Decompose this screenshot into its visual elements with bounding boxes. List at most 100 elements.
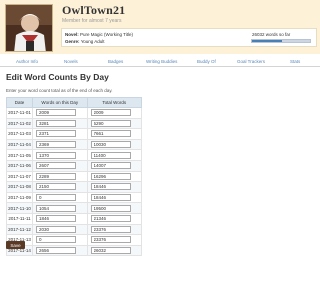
total-words-cell [86,138,142,151]
table-row: 2017-11-02 [6,117,142,130]
words-on-day-input[interactable] [36,194,76,202]
words-on-day-cell [32,234,88,246]
instructions-text: Enter your word count total as of the en… [6,88,113,93]
total-words-cell [86,191,142,204]
avatar [5,4,53,52]
profile-nav: Author Info Novels Badges Writing Buddie… [0,57,320,67]
words-on-day-cell [32,202,88,214]
word-counts-table: Date Words on this Day Total Words 2017-… [6,97,142,257]
header-words-on-day: Words on this Day [32,97,88,108]
words-on-day-input[interactable] [36,247,76,255]
table-header-row: Date Words on this Day Total Words [6,97,142,108]
words-on-day-cell [32,149,88,161]
total-words-cell [86,223,142,236]
progress-fill [252,40,283,42]
total-words-input[interactable] [90,141,131,149]
table-row: 2017-11-06 [6,159,142,172]
total-words-input[interactable] [90,151,131,159]
total-words-input[interactable] [90,215,131,223]
tab-author-info[interactable]: Author Info [16,59,38,64]
total-words-cell [86,244,142,257]
words-on-day-cell [32,159,88,172]
words-on-day-input[interactable] [36,183,76,191]
username: OwlTown21 [62,3,126,17]
row-date: 2017-11-01 [6,107,33,119]
words-on-day-cell [32,223,88,236]
total-words-cell [86,181,142,193]
total-words-input[interactable] [90,247,131,255]
total-words-cell [86,234,142,246]
words-on-day-input[interactable] [36,225,76,233]
words-on-day-input[interactable] [36,130,76,138]
words-on-day-input[interactable] [36,236,76,244]
words-on-day-cell [32,170,88,183]
row-date: 2017-11-05 [6,149,33,161]
words-on-day-input[interactable] [36,215,76,223]
words-on-day-input[interactable] [36,204,76,212]
row-date: 2017-11-03 [6,128,33,140]
tab-goal-trackers[interactable]: Goal Trackers [237,59,265,64]
table-row: 2017-11-13 [6,234,142,246]
novel-title[interactable]: Pure Magic (Working Title) [80,32,133,37]
total-words-input[interactable] [90,172,131,180]
table-row: 2017-11-14 [6,244,142,257]
total-words-cell [86,159,142,172]
words-on-day-cell [32,128,88,140]
tab-writing-buddies[interactable]: Writing Buddies [146,59,177,64]
genre-line: Genre: Young Adult [65,39,105,44]
current-novel-box: Novel: Pure Magic (Working Title) Genre:… [61,28,317,47]
words-on-day-input[interactable] [36,141,76,149]
table-row: 2017-11-05 [6,149,142,161]
total-words-input[interactable] [90,162,131,170]
profile-header: OwlTown21 Member for almost 7 years Nove… [0,0,320,54]
row-date: 2017-11-12 [6,223,33,236]
total-words-input[interactable] [90,236,131,244]
total-words-input[interactable] [90,194,131,202]
row-date: 2017-11-02 [6,117,33,130]
table-row: 2017-11-07 [6,170,142,183]
page-title: Edit Word Counts By Day [6,72,109,82]
row-date: 2017-11-08 [6,181,33,193]
total-words-input[interactable] [90,119,131,127]
total-words-input[interactable] [90,109,131,117]
words-on-day-cell [32,117,88,130]
save-button[interactable]: Save [6,241,25,249]
total-words-input[interactable] [90,130,131,138]
tab-buddy-of[interactable]: Buddy Of [197,59,216,64]
novel-label: Novel: [65,32,79,37]
tab-stats[interactable]: Stats [290,59,300,64]
word-count-text: 26032 words so far [252,32,291,37]
row-date: 2017-11-11 [6,212,33,225]
table-row: 2017-11-12 [6,223,142,236]
total-words-cell [86,107,142,119]
total-words-input[interactable] [90,183,131,191]
table-row: 2017-11-04 [6,138,142,151]
words-on-day-input[interactable] [36,172,76,180]
total-words-input[interactable] [90,225,131,233]
tab-novels[interactable]: Novels [64,59,78,64]
row-date: 2017-11-10 [6,202,33,214]
total-words-cell [86,149,142,161]
words-on-day-cell [32,107,88,119]
words-on-day-input[interactable] [36,151,76,159]
words-on-day-input[interactable] [36,109,76,117]
total-words-cell [86,202,142,214]
tab-badges[interactable]: Badges [108,59,123,64]
header-date: Date [6,97,33,108]
table-row: 2017-11-08 [6,181,142,193]
member-since: Member for almost 7 years [62,18,122,24]
words-on-day-cell [32,191,88,204]
table-row: 2017-11-09 [6,191,142,204]
total-words-input[interactable] [90,204,131,212]
words-on-day-cell [32,244,88,257]
total-words-cell [86,212,142,225]
avatar-image [6,5,52,51]
genre-label: Genre: [65,39,80,44]
row-date: 2017-11-04 [6,138,33,151]
words-on-day-input[interactable] [36,119,76,127]
words-on-day-cell [32,212,88,225]
words-on-day-input[interactable] [36,162,76,170]
total-words-cell [86,128,142,140]
table-body: 2017-11-012017-11-022017-11-032017-11-04… [6,107,142,257]
table-row: 2017-11-03 [6,128,142,140]
